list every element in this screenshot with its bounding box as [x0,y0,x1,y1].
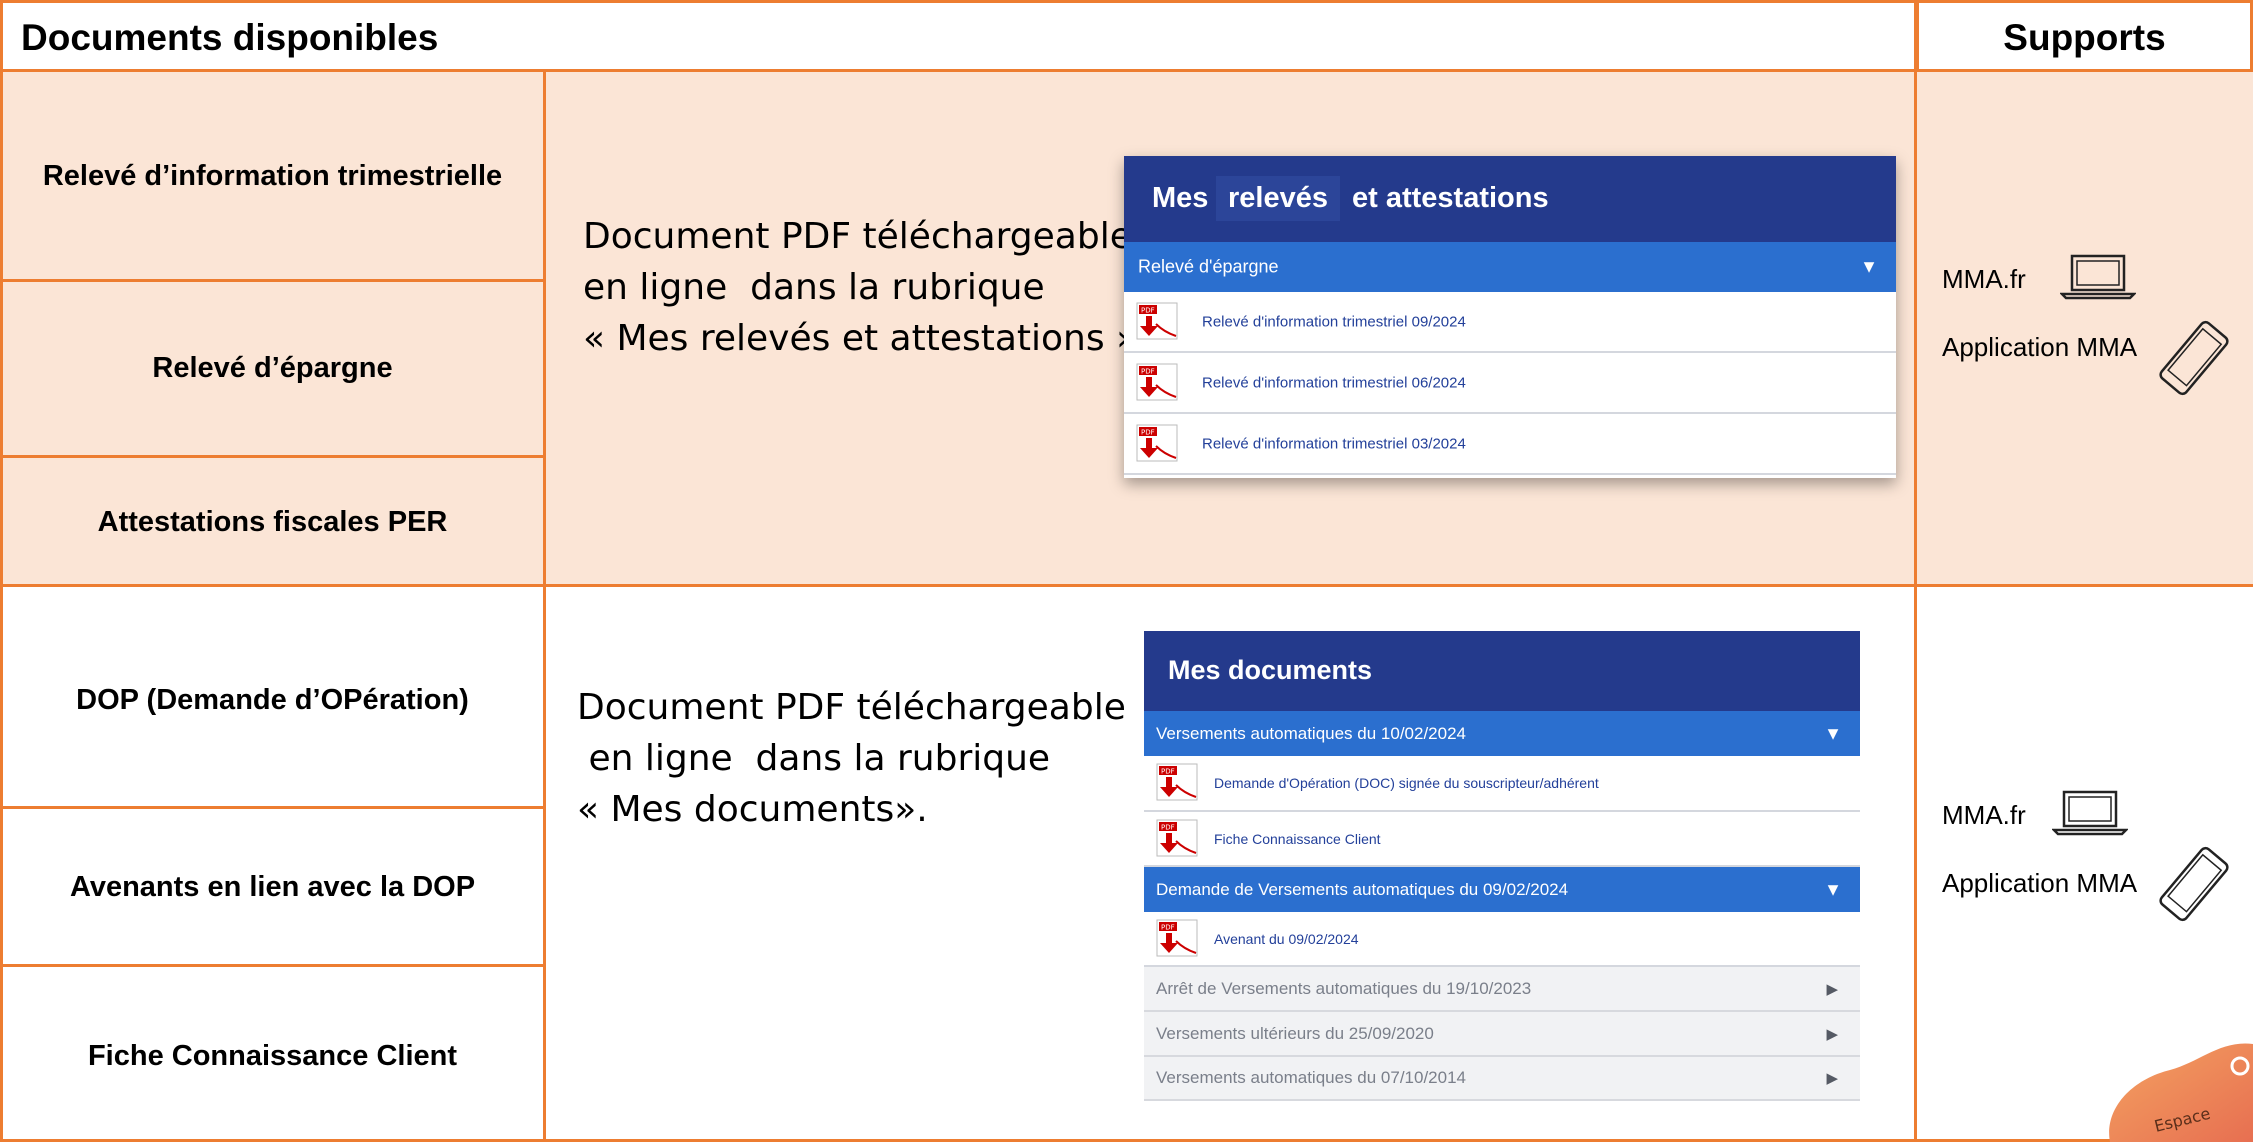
description-documents: Document PDF téléchargeable en ligne dan… [577,682,1126,835]
description-line: « Mes relevés et attestations ». [583,318,1150,359]
releves-dropdown-label: Relevé d'épargne [1138,256,1279,277]
pdf-icon: PDF [1156,919,1198,956]
pdf-icon-label: PDF [1161,768,1175,776]
description-line: « Mes documents». [577,789,928,830]
releves-screenshot: Mes relevés et attestations Relevé d'épa… [1124,156,1896,478]
file-link[interactable]: Relevé d'information trimestriel 03/2024 [1202,435,1466,452]
file-link[interactable]: Demande d'Opération (DOC) signée du sous… [1214,775,1599,791]
collapsed-group-label: Arrêt de Versements automatiques du 19/1… [1156,978,1532,998]
file-link[interactable]: Avenant du 09/02/2024 [1214,931,1359,947]
espace-client-badge-logo: Espace [2109,1043,2253,1142]
pdf-icon-label: PDF [1141,306,1155,314]
releves-panel-title-highlight: relevés [1216,176,1340,221]
doc-label: Attestations fiscales PER [97,506,448,538]
file-row[interactable]: PDF Relevé d'information trimestriel 06/… [1124,353,1896,414]
file-row[interactable]: PDF Relevé d'information trimestriel 03/… [1124,414,1896,475]
doc-label: Relevé d’épargne [152,352,393,384]
file-link[interactable]: Relevé d'information trimestriel 09/2024 [1202,313,1466,330]
doc-row-divider [0,964,545,967]
releves-panel-header: Mes relevés et attestations [1124,156,1896,242]
pdf-icon-label: PDF [1161,823,1175,831]
file-link[interactable]: Relevé d'information trimestriel 06/2024 [1202,374,1466,391]
group-label: Versements automatiques du 10/02/2024 [1156,723,1466,743]
pdf-icon: PDF [1156,763,1198,801]
chevron-down-icon: ▼ [1860,256,1878,277]
support-app-label: Application MMA [1942,332,2138,362]
documents-screenshot: Mes documents Versements automatiques du… [1144,631,1860,1103]
group-dropdown[interactable]: Demande de Versements automatiques du 09… [1144,867,1860,912]
releves-panel-title-suffix: et attestations [1352,182,1549,214]
file-row[interactable]: PDF Relevé d'information trimestriel 09/… [1124,292,1896,353]
chevron-down-icon: ▼ [1824,723,1842,743]
supports-header-title: Supports [2003,17,2166,58]
collapsed-group-row[interactable]: Versements automatiques du 07/10/2014 ▶ [1144,1057,1860,1101]
table-left-border [0,72,3,1142]
description-line: en ligne dans la rubrique [583,267,1045,308]
documents-header-title: Documents disponibles [21,17,439,58]
file-row[interactable]: PDF Avenant du 09/02/2024 [1144,912,1860,967]
pdf-icon-label: PDF [1141,428,1155,436]
documents-header-cell: Documents disponibles [0,0,1916,72]
column-divider-right [1914,0,1917,1142]
chevron-right-icon: ▶ [1826,1025,1838,1043]
slide: Documents disponibles Supports Relevé d’… [0,0,2253,1142]
pdf-icon: PDF [1156,819,1198,856]
chevron-right-icon: ▶ [1826,980,1838,998]
chevron-right-icon: ▶ [1826,1070,1838,1087]
pdf-icon-label: PDF [1141,367,1155,375]
support-web-label: MMA.fr [1942,264,2026,294]
file-link[interactable]: Fiche Connaissance Client [1214,831,1381,847]
doc-label: DOP (Demande d’OPération) [76,684,469,716]
documents-panel-header: Mes documents [1144,631,1860,711]
doc-row-divider [0,455,545,458]
pdf-icon-label: PDF [1161,923,1175,931]
description-line: Document PDF téléchargeable [583,216,1132,257]
description-line: en ligne dans la rubrique [577,738,1051,779]
group-dropdown[interactable]: Versements automatiques du 10/02/2024 ▼ [1144,711,1860,756]
doc-label: Relevé d’information trimestrielle [42,160,503,192]
file-row[interactable]: PDF Demande d'Opération (DOC) signée du … [1144,756,1860,812]
column-divider-left [543,72,546,1142]
chevron-down-icon: ▼ [1824,879,1842,899]
pdf-icon: PDF [1136,424,1178,461]
collapsed-group-label: Versements automatiques du 07/10/2014 [1156,1068,1466,1087]
laptop-icon [2060,254,2136,300]
collapsed-group-row[interactable]: Versements ultérieurs du 25/09/2020 ▶ [1144,1012,1860,1057]
file-row[interactable]: PDF Fiche Connaissance Client [1144,812,1860,867]
releves-type-dropdown[interactable]: Relevé d'épargne ▼ [1124,242,1896,292]
collapsed-group-label: Versements ultérieurs du 25/09/2020 [1156,1023,1434,1043]
laptop-icon [2052,790,2128,836]
description-releves: Document PDF téléchargeable en ligne dans… [583,211,1150,364]
smartphone-icon [2159,846,2229,922]
pdf-icon: PDF [1136,363,1178,400]
doc-row-divider [0,806,545,809]
releves-panel-title-prefix: Mes [1152,182,1209,214]
support-app-label: Application MMA [1942,868,2138,898]
support-web-label: MMA.fr [1942,800,2026,830]
documents-panel-title: Mes documents [1168,655,1373,685]
doc-label: Fiche Connaissance Client [87,1040,458,1072]
supports-header-cell: Supports [1916,0,2253,72]
section-divider [0,584,2253,587]
doc-row-divider [0,279,545,282]
description-line: Document PDF téléchargeable [577,687,1126,728]
collapsed-group-row[interactable]: Arrêt de Versements automatiques du 19/1… [1144,967,1860,1012]
group-label: Demande de Versements automatiques du 09… [1156,879,1569,899]
doc-label: Avenants en lien avec la DOP [69,871,476,903]
smartphone-icon [2159,320,2229,396]
pdf-icon: PDF [1136,302,1178,339]
